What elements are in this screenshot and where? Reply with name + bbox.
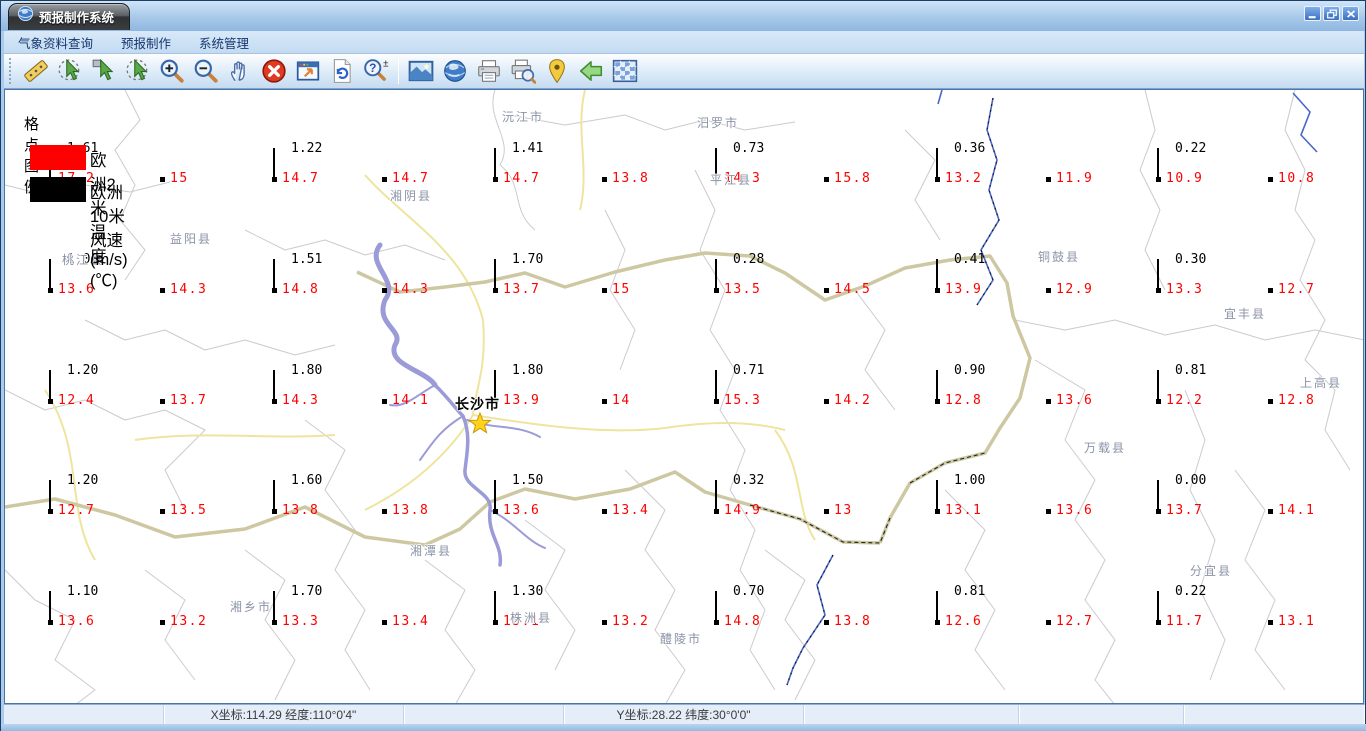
legend-swatch-temperature <box>30 145 86 170</box>
status-panel-empty <box>4 705 164 724</box>
print-preview-button[interactable] <box>506 56 540 86</box>
back-arrow-icon <box>579 61 603 81</box>
zoom-in-icon <box>160 59 184 83</box>
place-label: 万载县 <box>1084 441 1127 455</box>
zoom-out-icon <box>194 59 218 83</box>
main-toolbar: ? ± <box>4 54 1364 89</box>
globe-icon <box>444 60 466 82</box>
title-bar: 预报制作系统 <box>1 1 1365 31</box>
status-y-coordinate: Y坐标:28.22 纬度:30°0'0" <box>564 705 804 724</box>
place-label: 益阳县 <box>170 232 213 246</box>
status-panel-empty <box>1184 705 1364 724</box>
pan-hand-button[interactable] <box>223 56 257 86</box>
image-icon <box>408 60 434 82</box>
legend-swatch-wind <box>30 177 86 202</box>
help-zoom-icon: ? ± <box>364 59 389 81</box>
place-label: 湘潭县 <box>410 544 453 558</box>
window-title: 预报制作系统 <box>39 10 115 25</box>
globe-logo-icon <box>17 5 34 27</box>
print-icon <box>478 60 500 82</box>
place-label: 上高县 <box>1300 376 1343 390</box>
print-button[interactable] <box>472 56 506 86</box>
status-panel-empty <box>804 705 1019 724</box>
zoom-in-button[interactable] <box>155 56 189 86</box>
select-feature-icon <box>58 58 80 81</box>
city-star-icon <box>468 411 492 439</box>
place-label: 宜丰县 <box>1224 307 1267 321</box>
menu-item-0[interactable]: 气象资料查询 <box>4 30 107 55</box>
grid-map-button[interactable] <box>608 56 642 86</box>
pan-hand-icon <box>230 61 245 82</box>
status-x-coordinate: X坐标:114.29 经度:110°0'4" <box>164 705 404 724</box>
place-label: 湘阴县 <box>390 189 433 203</box>
export-window-icon <box>296 61 320 81</box>
select-circle-button[interactable] <box>121 56 155 86</box>
stop-icon <box>262 59 286 83</box>
select-feature-button[interactable] <box>53 56 87 86</box>
select-arrow-button[interactable] <box>87 56 121 86</box>
place-label: 分宜县 <box>1190 564 1233 578</box>
image-button[interactable] <box>404 56 438 86</box>
minimize-button[interactable] <box>1304 6 1321 21</box>
back-arrow-button[interactable] <box>574 56 608 86</box>
place-labels-layer: 沅江市 汨罗市 平江县 湘阴县 益阳县 桃江县 铜鼓县 宜丰县 上高县 万载县 湘潭县 湘乡市 株洲县醴… <box>5 90 1363 703</box>
measure-ruler-icon <box>24 60 48 82</box>
app-window: 预报制作系统 气象资料查询 预报制作 系统管理 ? ± 15 1.22 14.7… <box>0 0 1366 731</box>
placemark-icon <box>549 59 565 84</box>
place-label: 醴陵市 <box>660 632 703 646</box>
place-label: 湘乡市 <box>230 600 273 614</box>
globe-button[interactable] <box>438 56 472 86</box>
window-bottom-frame <box>1 724 1366 731</box>
select-circle-icon <box>126 58 148 81</box>
export-window-button[interactable] <box>291 56 325 86</box>
place-label: 株洲县 <box>510 611 553 625</box>
toolbar-grip-handle[interactable] <box>9 58 14 84</box>
restore-button[interactable] <box>1323 6 1340 21</box>
city-label-changsha: 长沙市 <box>455 396 500 412</box>
menu-item-1[interactable]: 预报制作 <box>107 30 185 55</box>
place-label: 铜鼓县 <box>1038 250 1081 264</box>
status-panel-empty <box>1019 705 1184 724</box>
print-preview-icon <box>511 59 536 84</box>
status-bar: X坐标:114.29 经度:110°0'4" Y坐标:28.22 纬度:30°0… <box>4 704 1364 724</box>
map-viewport[interactable]: 1.6117.2151.2214.714.71.4114.713.80.7314… <box>4 89 1364 704</box>
refresh-page-button[interactable] <box>325 56 359 86</box>
placemark-button[interactable] <box>540 56 574 86</box>
title-tab: 预报制作系统 <box>8 3 130 30</box>
measure-ruler-button[interactable] <box>19 56 53 86</box>
grid-map-icon <box>612 59 638 83</box>
refresh-page-icon <box>333 59 351 83</box>
place-label: 平江县 <box>710 173 753 187</box>
menu-item-2[interactable]: 系统管理 <box>185 30 263 55</box>
menu-bar: 气象资料查询 预报制作 系统管理 <box>4 31 1364 54</box>
select-arrow-icon <box>92 58 114 81</box>
stop-button[interactable] <box>257 56 291 86</box>
svg-text:±: ± <box>383 59 389 70</box>
window-controls <box>1304 6 1359 21</box>
place-label: 汨罗市 <box>697 116 740 130</box>
close-button[interactable] <box>1342 6 1359 21</box>
help-zoom-button[interactable]: ? ± <box>359 56 393 86</box>
legend-label-wind: 欧洲10米风速(m/s) <box>90 184 128 269</box>
svg-text:?: ? <box>369 61 376 75</box>
status-panel-empty <box>404 705 564 724</box>
place-label: 沅江市 <box>502 110 545 124</box>
zoom-out-button[interactable] <box>189 56 223 86</box>
toolbar-separator <box>398 58 399 84</box>
